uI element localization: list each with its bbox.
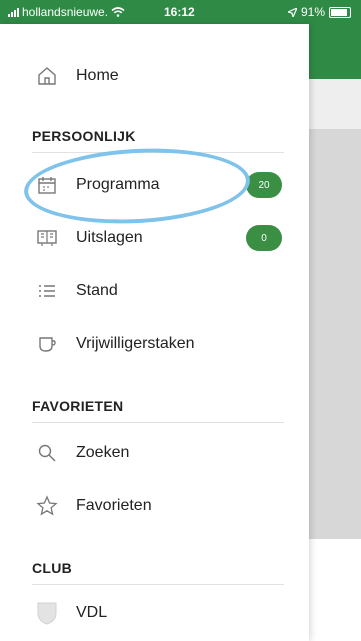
list-icon	[36, 280, 58, 302]
section-club: CLUB	[32, 560, 73, 576]
scoreboard-icon	[36, 227, 58, 249]
app-tab-strip	[309, 79, 361, 129]
status-bar: hollandsnieuwe. 16:12 91%	[0, 0, 361, 24]
status-right: 91%	[287, 5, 351, 19]
menu-item-label: Zoeken	[76, 444, 130, 461]
menu-item-label: Home	[76, 67, 119, 84]
divider	[32, 152, 284, 153]
carrier: hollandsnieuwe.	[8, 5, 125, 19]
menu-item-label: Stand	[76, 282, 118, 299]
divider	[32, 584, 284, 585]
menu-item-label: Favorieten	[76, 497, 152, 514]
menu-item-label: Programma	[76, 176, 160, 193]
menu-item-stand[interactable]: Stand	[0, 265, 309, 317]
clock: 16:12	[164, 5, 195, 19]
wifi-icon	[111, 7, 125, 17]
app-content-overlay[interactable]	[309, 129, 361, 539]
location-icon	[287, 7, 297, 17]
menu-item-uitslagen[interactable]: Uitslagen 0	[0, 212, 309, 264]
divider	[32, 422, 284, 423]
menu-item-home[interactable]: Home	[0, 50, 309, 102]
count-badge: 0	[246, 225, 282, 251]
menu-item-programma[interactable]: Programma 20	[0, 159, 309, 211]
menu-item-label: Vrijwilligerstaken	[76, 335, 195, 352]
count-badge: 20	[246, 172, 282, 198]
menu-item-club-vdl[interactable]: VDL	[0, 587, 309, 639]
carrier-name: hollandsnieuwe.	[22, 5, 109, 19]
calendar-icon	[36, 174, 58, 196]
home-icon	[36, 65, 58, 87]
menu-item-label: Uitslagen	[76, 229, 143, 246]
menu-item-zoeken[interactable]: Zoeken	[0, 427, 309, 479]
battery-percent: 91%	[300, 5, 325, 19]
battery-icon	[329, 6, 351, 18]
club-logo	[36, 602, 58, 625]
menu-item-label: VDL	[76, 604, 108, 621]
star-icon	[36, 495, 58, 517]
signal-icon	[8, 7, 19, 17]
navigation-drawer: Home PERSOONLIJK Programma 20 Uitslagen …	[0, 24, 309, 641]
cup-icon	[36, 333, 58, 355]
section-favorieten: FAVORIETEN	[32, 398, 124, 414]
search-icon	[36, 442, 58, 464]
menu-item-vrijwilligerstaken[interactable]: Vrijwilligerstaken	[0, 318, 309, 370]
menu-item-favorieten[interactable]: Favorieten	[0, 480, 309, 532]
section-persoonlijk: PERSOONLIJK	[32, 128, 136, 144]
